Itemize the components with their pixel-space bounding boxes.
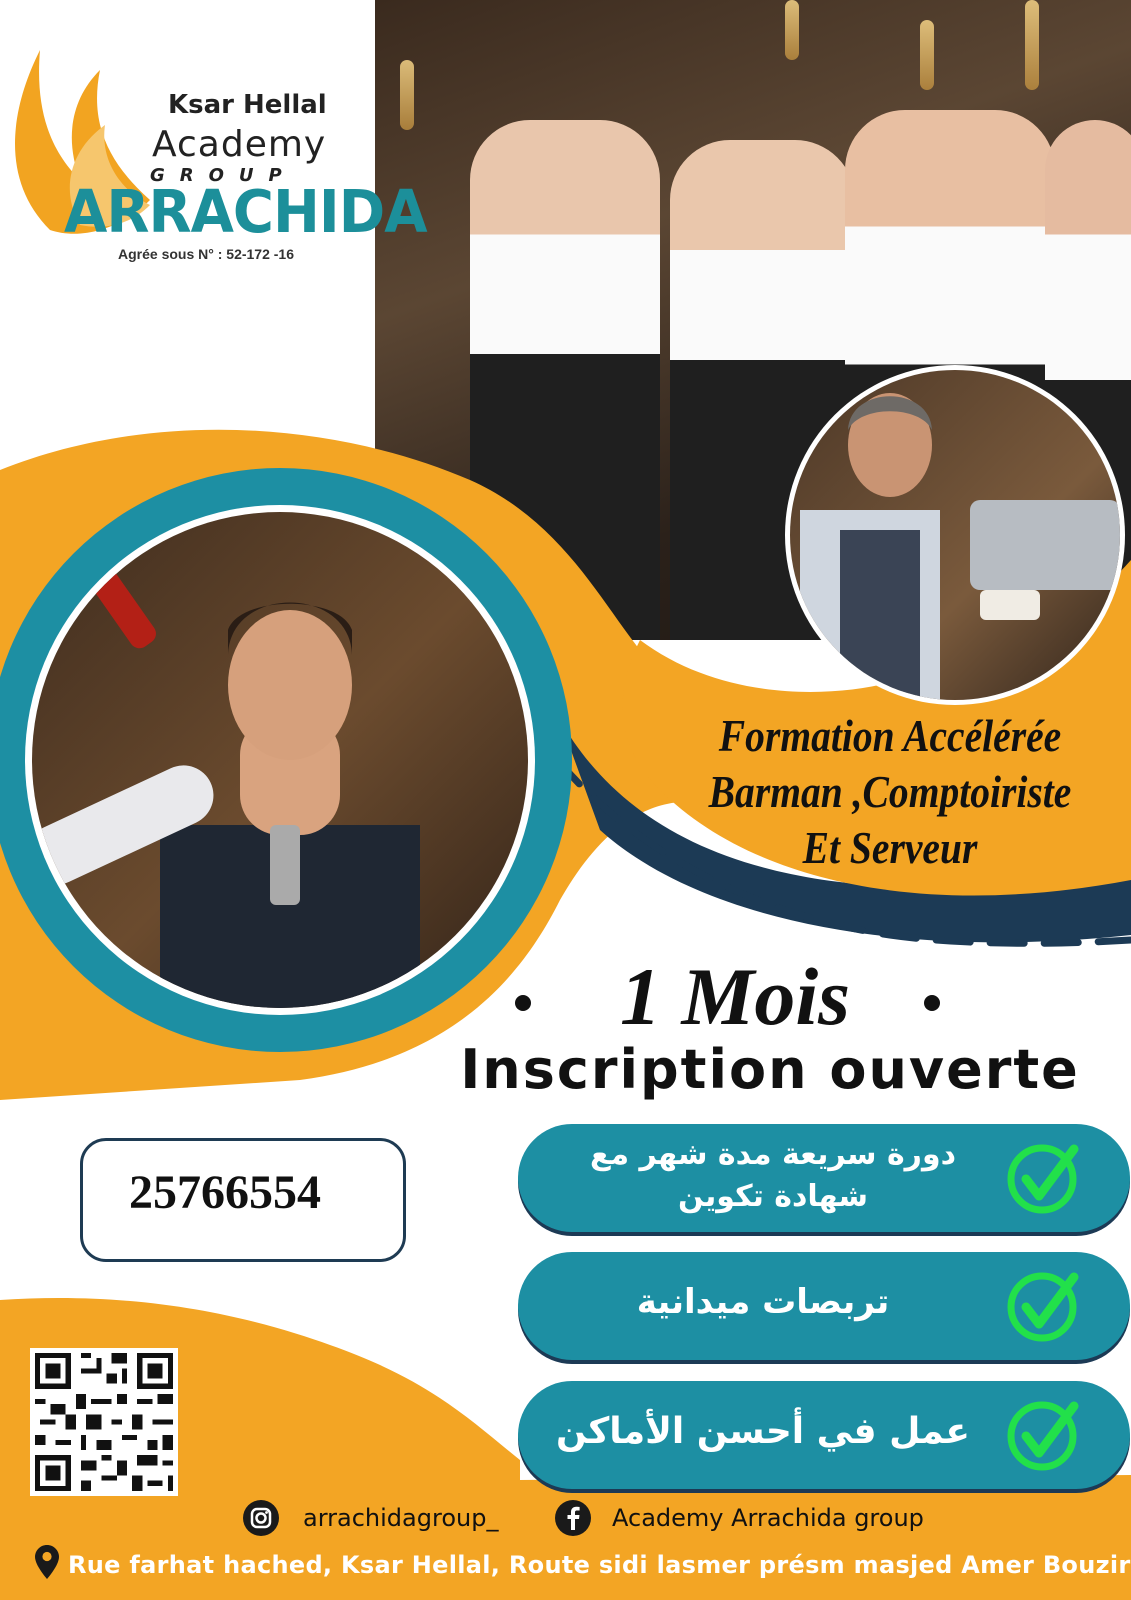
feature-1-line-2: شهادة تكوين xyxy=(678,1179,868,1214)
instagram-handle[interactable]: arrachidagroup_ xyxy=(303,1504,498,1532)
bartender-photo xyxy=(32,512,528,1008)
address: Rue farhat hached, Ksar Hellal, Route si… xyxy=(68,1551,1131,1579)
location-pin-icon xyxy=(35,1545,59,1579)
registration-open: Inscription ouverte xyxy=(460,1038,1080,1101)
facebook-icon[interactable] xyxy=(555,1500,591,1536)
qr-code[interactable] xyxy=(30,1348,178,1496)
headline-line-3: Et Serveur xyxy=(802,822,978,873)
headline-line-1: Formation Accélérée xyxy=(718,710,1062,761)
barista-photo xyxy=(785,365,1125,705)
checkmark-icon xyxy=(1007,1401,1079,1471)
logo-license: Agrée sous N° : 52-172 -16 xyxy=(118,246,295,262)
instagram-icon[interactable] xyxy=(243,1500,279,1536)
phone-number[interactable]: 25766554 xyxy=(80,1165,370,1220)
feature-2-text: تربصات ميدانية xyxy=(636,1282,890,1322)
feature-1-line-1: دورة سريعة مدة شهر مع xyxy=(589,1137,956,1172)
checkmark-icon xyxy=(1007,1144,1079,1214)
feature-pill-2: تربصات ميدانية xyxy=(518,1252,1130,1360)
headline: Formation Accélérée Barman ,Comptoiriste… xyxy=(692,708,1088,876)
headline-line-2: Barman ,Comptoiriste xyxy=(708,766,1072,817)
logo-line-1: Ksar Hellal xyxy=(168,90,327,120)
facebook-page[interactable]: Academy Arrachida group xyxy=(612,1504,924,1532)
duration: 1 Mois xyxy=(619,951,851,1042)
logo-brand-name: ARRACHIDA xyxy=(64,178,428,247)
feature-pill-1: دورة سريعة مدة شهر مع شهادة تكوين xyxy=(518,1124,1130,1232)
feature-pill-3: عمل في أحسن الأماكن xyxy=(518,1381,1130,1489)
checkmark-icon xyxy=(1007,1272,1079,1342)
bullet-dot-right xyxy=(924,995,940,1011)
feature-3-text: عمل في أحسن الأماكن xyxy=(555,1411,971,1452)
logo-line-2: Academy xyxy=(152,124,327,165)
